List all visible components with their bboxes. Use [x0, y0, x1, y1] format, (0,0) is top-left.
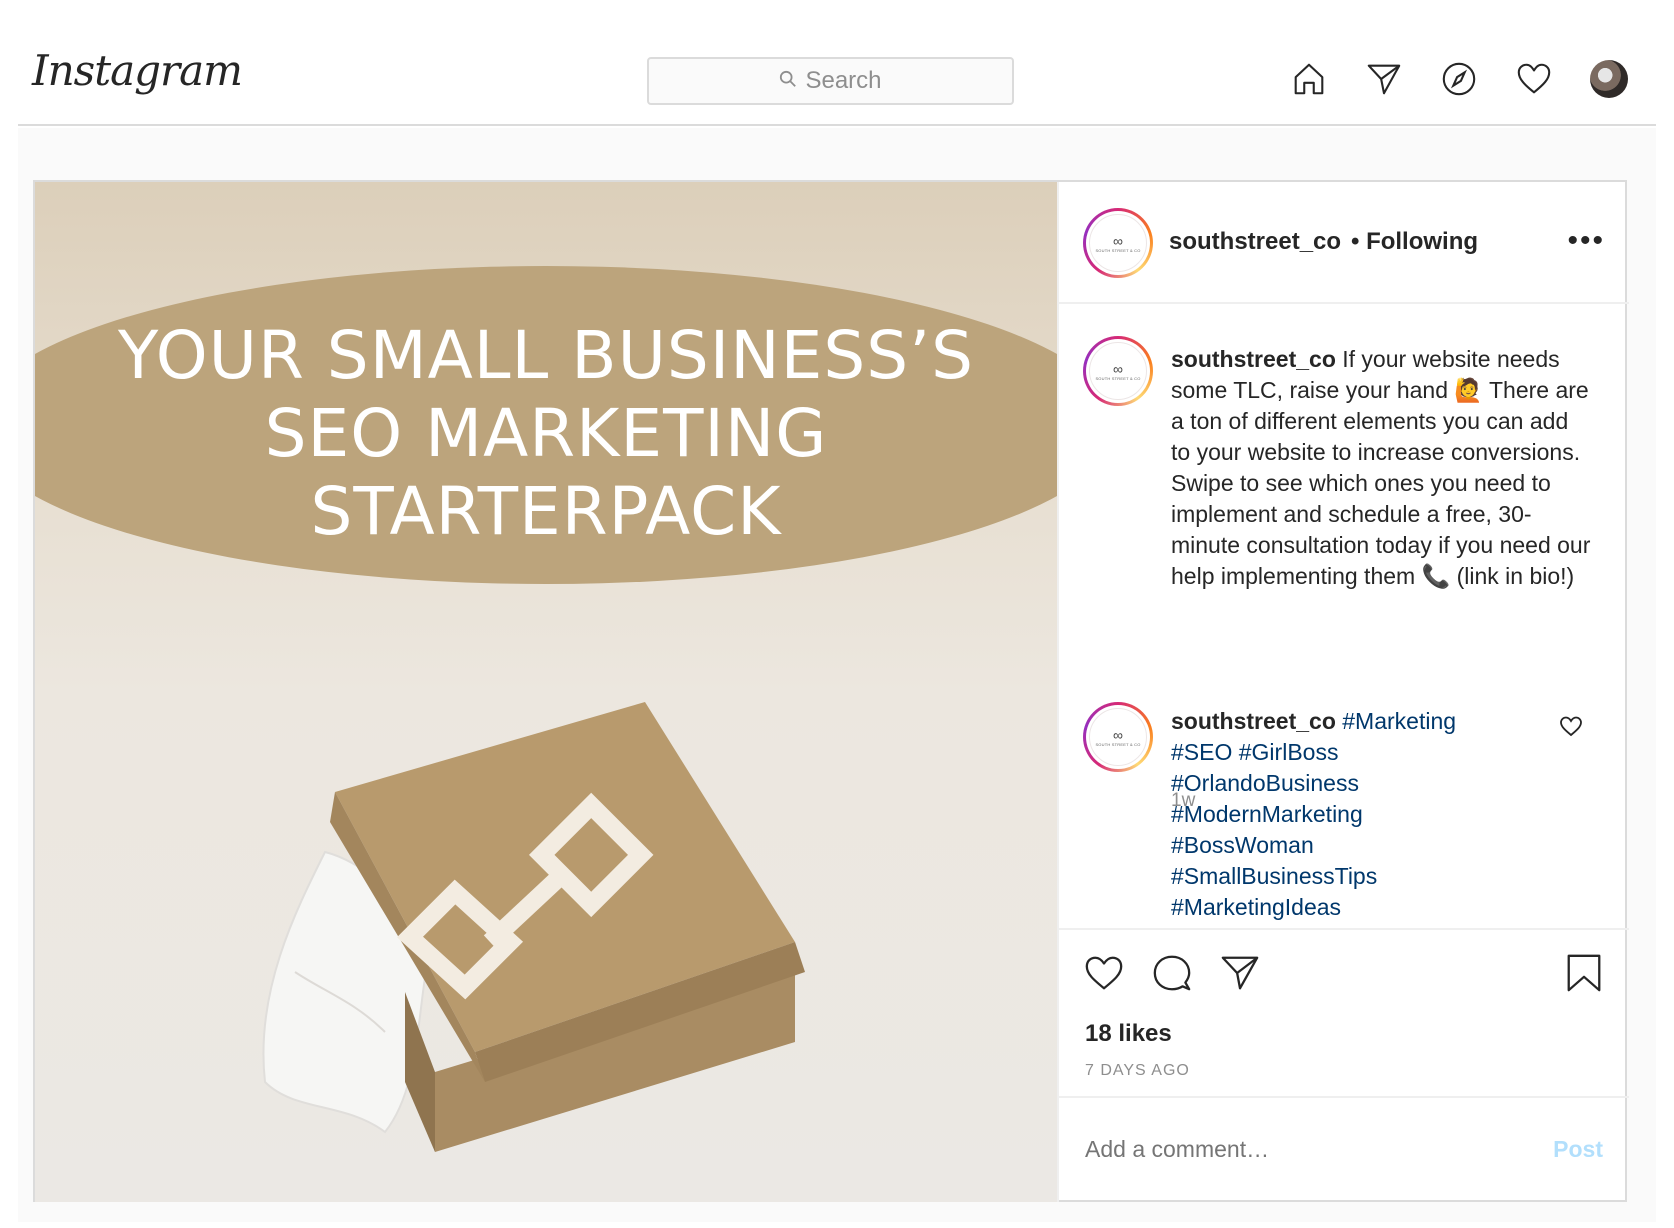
brand-mark-icon: ∞ — [1113, 232, 1123, 249]
comments-area[interactable]: ∞ SOUTH STREET & CO southstreet_co If you… — [1059, 306, 1629, 928]
add-comment-input[interactable] — [1085, 1136, 1525, 1163]
instagram-logo[interactable]: Instagram — [32, 46, 243, 95]
hashtag-link[interactable]: #MarketingIdeas — [1171, 892, 1491, 923]
brand-mark-icon: ∞ — [1113, 726, 1123, 743]
hashtag-comment: southstreet_co #Marketing #SEO #GirlBoss… — [1171, 706, 1491, 923]
post-comment-button[interactable]: Post — [1553, 1136, 1603, 1163]
caption-username[interactable]: southstreet_co — [1171, 346, 1336, 372]
comment-bubble-icon[interactable] — [1151, 952, 1193, 999]
author-avatar[interactable]: ∞ SOUTH STREET & CO — [1083, 208, 1153, 278]
save-bookmark-icon[interactable] — [1563, 952, 1605, 999]
hashtag-link[interactable]: #ModernMarketing — [1171, 799, 1491, 830]
hashtag-link[interactable]: #SmallBusinessTips — [1171, 861, 1491, 892]
profile-avatar[interactable] — [1590, 60, 1628, 98]
search-box[interactable]: Search — [647, 57, 1014, 105]
headline-line-2: SEO MARKETING — [264, 395, 828, 472]
comment-avatar[interactable]: ∞ SOUTH STREET & CO — [1083, 702, 1153, 772]
search-placeholder: Search — [805, 67, 882, 94]
post-image[interactable]: YOUR SMALL BUSINESS’S SEO MARKETING STAR… — [35, 182, 1057, 1202]
share-direct-icon[interactable] — [1219, 952, 1261, 999]
headline-line-3: STARTERPACK — [310, 473, 782, 550]
headline-line-1: YOUR SMALL BUSINESS’S — [118, 317, 974, 394]
top-nav: Instagram Search — [18, 0, 1656, 126]
hashtag-link[interactable]: #SEO #GirlBoss — [1171, 737, 1491, 768]
kraft-box-illustration — [262, 702, 805, 1152]
comment-like-heart-icon[interactable] — [1559, 714, 1583, 738]
like-heart-icon[interactable] — [1083, 952, 1125, 999]
direct-icon[interactable] — [1365, 60, 1403, 98]
post-card: YOUR SMALL BUSINESS’S SEO MARKETING STAR… — [33, 180, 1629, 1202]
post-caption: southstreet_co If your website needs som… — [1171, 344, 1591, 592]
explore-icon[interactable] — [1440, 60, 1478, 98]
caption-avatar[interactable]: ∞ SOUTH STREET & CO — [1083, 336, 1153, 406]
post-actions: 18 likes 7 DAYS AGO — [1059, 928, 1629, 1096]
home-icon[interactable] — [1290, 60, 1328, 98]
hashtag-link[interactable]: #BossWoman — [1171, 830, 1491, 861]
caption-text: If your website needs some TLC, raise yo… — [1171, 346, 1591, 589]
add-comment-section: Post — [1059, 1096, 1629, 1202]
likes-count[interactable]: 18 likes — [1085, 1020, 1172, 1048]
nav-icons — [1290, 60, 1628, 98]
comment-username[interactable]: southstreet_co — [1171, 708, 1336, 734]
post-header: ∞ SOUTH STREET & CO southstreet_co • Foll… — [1059, 182, 1629, 304]
author-username[interactable]: southstreet_co — [1169, 228, 1341, 256]
brand-mark-icon: ∞ — [1113, 360, 1123, 377]
activity-heart-icon[interactable] — [1515, 60, 1553, 98]
hashtag-link[interactable]: #Marketing — [1342, 708, 1456, 734]
hashtag-link[interactable]: #OrlandoBusiness — [1171, 768, 1491, 799]
search-icon — [779, 67, 797, 95]
post-timestamp: 7 DAYS AGO — [1085, 1062, 1190, 1079]
following-button[interactable]: • Following — [1351, 228, 1478, 256]
post-image-headline: YOUR SMALL BUSINESS’S SEO MARKETING STAR… — [35, 317, 1057, 551]
more-options-icon[interactable]: ••• — [1567, 226, 1605, 256]
post-side-panel: ∞ SOUTH STREET & CO southstreet_co • Foll… — [1057, 182, 1629, 1202]
